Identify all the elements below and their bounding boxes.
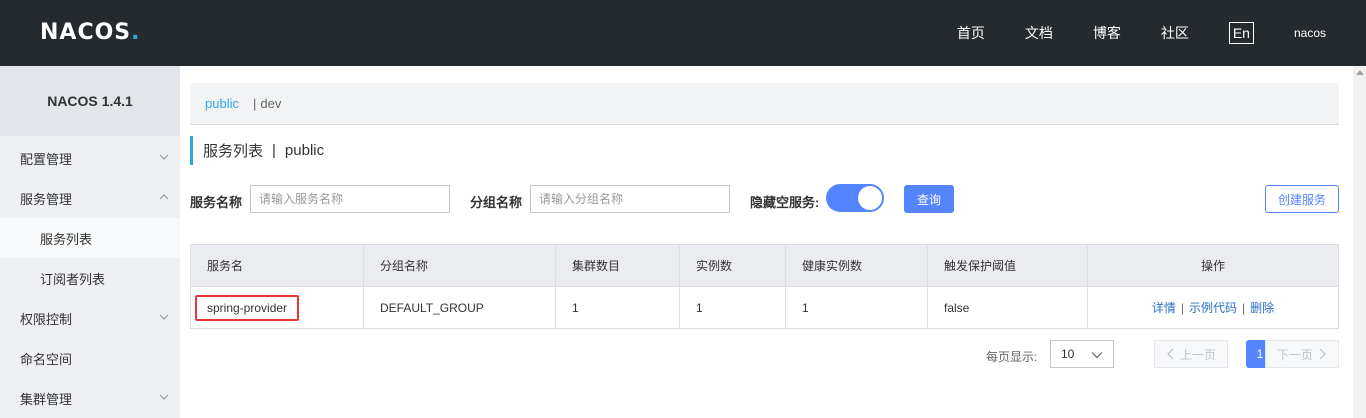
column-clusters: 集群数目: [555, 244, 680, 287]
sidebar-item-label: 配置管理: [20, 151, 73, 167]
user-name[interactable]: nacos: [1294, 26, 1326, 40]
sidebar-item-service[interactable]: 服务管理: [0, 178, 180, 218]
page-size-select[interactable]: 10: [1050, 340, 1114, 368]
table-header-row: 服务名 分组名称 集群数目 实例数 健康实例数 触发保护阈值 操作: [190, 244, 1339, 287]
next-page-button[interactable]: 下一页: [1265, 340, 1339, 368]
chevron-down-icon: [159, 154, 169, 160]
logo-dot: .: [131, 20, 141, 45]
logo-text: NACOS: [40, 20, 132, 45]
toggle-knob: [858, 186, 882, 210]
create-service-button[interactable]: 创建服务: [1265, 185, 1339, 213]
nav-docs[interactable]: 文档: [1025, 23, 1053, 43]
delete-link[interactable]: 删除: [1250, 301, 1274, 315]
query-button[interactable]: 查询: [904, 185, 954, 213]
chevron-down-icon: [159, 314, 169, 320]
sample-code-link[interactable]: 示例代码: [1189, 301, 1237, 315]
column-healthy-instances: 健康实例数: [785, 244, 928, 287]
page-size-label: 每页显示:: [986, 350, 1038, 364]
page-title-text: 服务列表: [203, 143, 264, 160]
top-bar: NACOS. 首页 文档 博客 社区 En nacos: [0, 0, 1366, 66]
service-name-label: 服务名称: [190, 195, 243, 210]
cell-instances: 1: [679, 286, 786, 329]
sidebar-item-subscribers[interactable]: 订阅者列表: [0, 258, 180, 298]
service-name-input[interactable]: [250, 185, 450, 213]
namespace-dev[interactable]: dev: [260, 96, 281, 111]
sidebar-item-label: 服务列表: [40, 231, 93, 247]
column-group-name: 分组名称: [363, 244, 556, 287]
top-nav: 首页 文档 博客 社区 En nacos: [957, 0, 1366, 66]
sidebar-item-config[interactable]: 配置管理: [0, 138, 180, 178]
cell-clusters: 1: [555, 286, 680, 329]
cell-actions: 详情 | 示例代码 | 删除: [1087, 286, 1339, 329]
sidebar-item-label: 订阅者列表: [40, 271, 106, 287]
column-protect-threshold: 触发保护阈值: [927, 244, 1088, 287]
namespace-public[interactable]: public: [205, 96, 239, 111]
cell-service-name: spring-provider: [190, 286, 364, 329]
sidebar-item-label: 服务管理: [20, 191, 73, 207]
page-title-namespace: public: [284, 142, 325, 159]
sidebar-item-label: 命名空间: [20, 351, 73, 367]
sidebar-item-label: 权限控制: [20, 311, 73, 327]
page-title: 服务列表 | public: [190, 136, 324, 165]
sidebar-version: NACOS 1.4.1: [0, 66, 180, 136]
cell-threshold: false: [927, 286, 1088, 329]
sidebar-item-permission[interactable]: 权限控制: [0, 298, 180, 338]
hide-empty-toggle[interactable]: [826, 184, 884, 212]
action-separator: |: [1242, 301, 1246, 315]
cell-group: DEFAULT_GROUP: [363, 286, 556, 329]
column-actions: 操作: [1087, 244, 1339, 287]
scroll-up-arrow[interactable]: [1356, 70, 1364, 75]
language-switch[interactable]: En: [1228, 22, 1254, 44]
column-instances: 实例数: [679, 244, 786, 287]
service-name-highlight: spring-provider: [195, 294, 300, 321]
nacos-logo[interactable]: NACOS.: [40, 20, 141, 45]
sidebar-item-cluster[interactable]: 集群管理: [0, 378, 180, 418]
cell-healthy: 1: [785, 286, 928, 329]
namespace-bar: public | dev: [190, 83, 1339, 125]
sidebar-item-service-list[interactable]: 服务列表: [0, 218, 180, 258]
sidebar-item-namespace[interactable]: 命名空间: [0, 338, 180, 378]
vertical-scrollbar[interactable]: [1353, 66, 1366, 418]
chevron-up-icon: [159, 194, 169, 200]
next-page-label: 下一页: [1276, 347, 1313, 362]
hide-empty-label: 隐藏空服务:: [750, 195, 820, 210]
namespace-separator: |: [252, 96, 257, 111]
sidebar: NACOS 1.4.1 配置管理 服务管理 服务列表 订阅者列表 权限控制 命名…: [0, 66, 180, 418]
main-content: public | dev 服务列表 | public 服务名称 分组名称 隐藏空…: [180, 66, 1366, 418]
chevron-right-icon: [1319, 348, 1326, 360]
column-service-name: 服务名: [190, 244, 364, 287]
nav-home[interactable]: 首页: [957, 23, 985, 43]
service-table: 服务名 分组名称 集群数目 实例数 健康实例数 触发保护阈值 操作 spring…: [190, 244, 1339, 329]
chevron-down-icon: [1091, 352, 1103, 359]
prev-page-label: 上一页: [1179, 347, 1216, 362]
group-name-label: 分组名称: [470, 195, 523, 210]
detail-link[interactable]: 详情: [1152, 301, 1176, 315]
action-separator: |: [1180, 301, 1184, 315]
page-title-separator: |: [272, 142, 276, 159]
table-row: spring-provider DEFAULT_GROUP 1 1 1 fals…: [190, 286, 1339, 329]
nav-blog[interactable]: 博客: [1093, 23, 1121, 43]
nav-community[interactable]: 社区: [1161, 23, 1189, 43]
group-name-input[interactable]: [530, 185, 730, 213]
page-size-value: 10: [1061, 347, 1075, 361]
chevron-left-icon: [1167, 348, 1174, 360]
prev-page-button[interactable]: 上一页: [1154, 340, 1228, 368]
sidebar-item-label: 集群管理: [20, 391, 73, 407]
chevron-down-icon: [159, 394, 169, 400]
